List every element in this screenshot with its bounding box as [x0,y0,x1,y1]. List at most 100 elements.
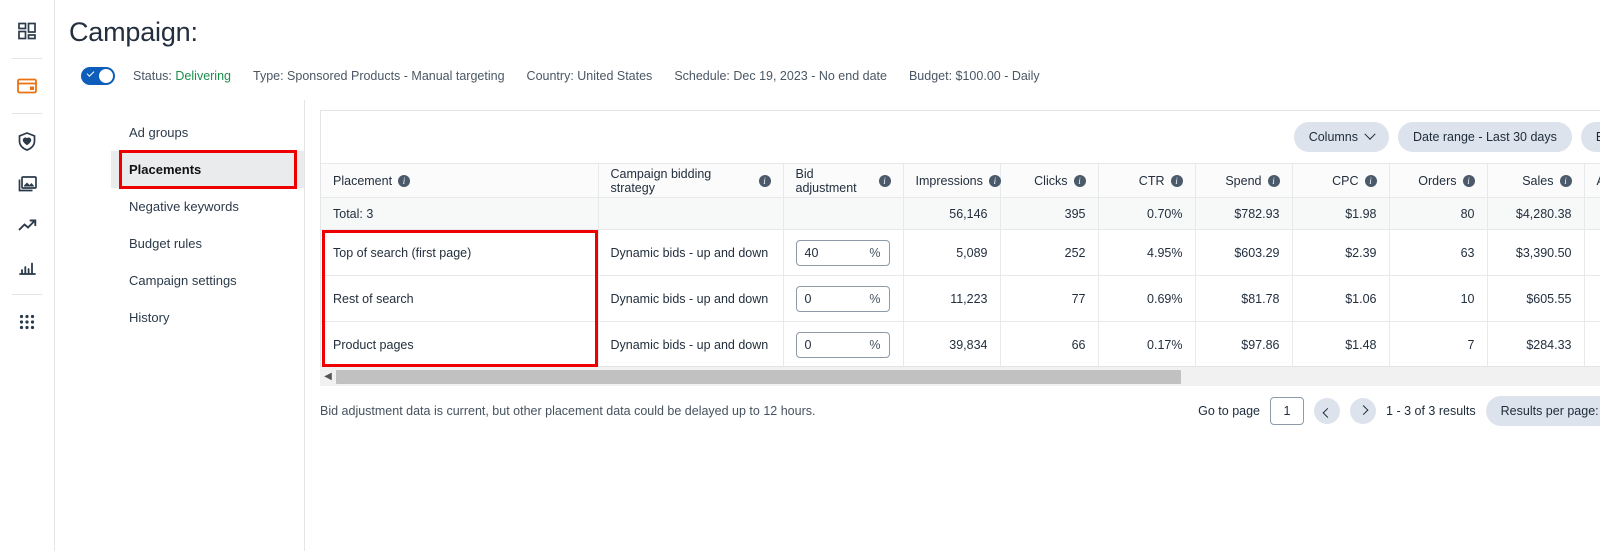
sidebar-item-budget-rules[interactable]: Budget rules [111,225,304,262]
bar-chart-icon[interactable] [7,246,47,288]
table-row: Product pages Dynamic bids - up and down… [321,321,1600,368]
total-clicks: 395 [1000,197,1099,230]
column-label: Placement [333,173,393,188]
sidebar-item-ad-groups[interactable]: Ad groups [111,114,304,151]
column-label: CPC [1332,173,1359,188]
sidebar-item-negative-keywords[interactable]: Negative keywords [111,188,304,225]
column-label: ACO [1597,174,1600,188]
page-number-input[interactable]: 1 [1270,397,1305,425]
total-impressions: 56,146 [903,197,1001,230]
rail-divider-2 [12,113,42,114]
table-toolbar: Columns Date range - Last 30 days Export [321,111,1600,163]
info-icon[interactable]: i [988,174,1001,187]
cell-orders: 7 [1389,321,1488,368]
table-row: Top of search (first page) Dynamic bids … [321,229,1600,276]
budget-meta: Budget: $100.00 - Daily [908,69,1040,83]
column-header-cpc[interactable]: CPC i [1292,163,1390,198]
bid-adjustment-input[interactable]: 0 % [795,285,890,312]
dashboard-icon[interactable] [7,10,47,52]
column-header-orders[interactable]: Orders i [1389,163,1488,198]
total-acos [1584,197,1600,230]
column-header-impressions[interactable]: Impressions i [903,163,1001,198]
export-button[interactable]: Export [1580,122,1600,152]
total-orders: 80 [1389,197,1488,230]
column-label: CTR [1138,173,1165,188]
cell-ctr: 0.69% [1098,275,1196,322]
results-per-page-button[interactable]: Results per page: 50 [1485,396,1600,426]
cell-acos [1584,275,1600,322]
cell-impressions: 39,834 [903,321,1001,368]
check-icon [86,69,95,77]
sidebar-item-label: Negative keywords [129,199,239,214]
cell-clicks: 77 [1000,275,1099,322]
column-header-sales[interactable]: Sales i [1487,163,1585,198]
sidebar-item-history[interactable]: History [111,299,304,336]
app-grid-icon[interactable] [7,301,47,343]
info-icon[interactable]: i [1364,174,1377,187]
sidebar-item-placements[interactable]: Placements [111,150,304,189]
bid-value: 0 [804,337,812,352]
columns-label: Columns [1308,130,1359,144]
status-label: Status: [133,69,172,83]
chevron-right-icon [1358,404,1368,415]
campaign-meta-row: Status: Delivering Type: Sponsored Produ… [69,54,1600,88]
column-header-placement[interactable]: Placement i [321,163,599,198]
date-range-label: Date range - Last 30 days [1413,130,1557,144]
cell-bidding-strategy: Dynamic bids - up and down [598,229,784,276]
column-header-bidding-strategy[interactable]: Campaign bidding strategy i [598,163,784,198]
status-meta: Status: Delivering [133,69,231,83]
column-label: Spend [1225,173,1262,188]
results-per-page-label: Results per page: 50 [1500,404,1600,418]
scrollbar-track[interactable] [336,369,1600,384]
column-header-spend[interactable]: Spend i [1195,163,1293,198]
results-count-text: 1 - 3 of 3 results [1386,404,1476,418]
page-title: Campaign: [69,16,198,47]
column-header-acos[interactable]: ACO [1584,163,1600,198]
chevron-down-icon [1364,128,1376,140]
next-page-button[interactable] [1350,398,1377,424]
campaign-card-icon[interactable] [7,65,47,107]
sidebar-item-campaign-settings[interactable]: Campaign settings [111,262,304,299]
info-icon[interactable]: i [1462,174,1475,187]
sidebar-item-label: Placements [129,162,202,177]
column-label: Orders [1418,173,1457,188]
cell-ctr: 0.17% [1098,321,1196,368]
info-icon[interactable]: i [878,174,891,187]
cell-acos [1584,229,1600,276]
info-icon[interactable]: i [398,174,411,187]
cell-sales: $3,390.50 [1487,229,1585,276]
cell-bid-adjustment: 40 % [783,229,904,276]
total-bidding-strategy [598,197,784,230]
date-range-button[interactable]: Date range - Last 30 days [1398,122,1572,152]
column-header-clicks[interactable]: Clicks i [1000,163,1099,198]
sidebar-item-label: Ad groups [129,125,189,140]
info-icon[interactable]: i [1267,174,1280,187]
scrollbar-thumb[interactable] [336,369,1181,384]
cell-sales: $284.33 [1487,321,1585,368]
shield-heart-icon[interactable] [7,120,47,162]
columns-button[interactable]: Columns [1293,122,1390,152]
media-library-icon[interactable] [7,162,47,204]
table-horizontal-scrollbar[interactable]: ◀ ▶ [320,366,1600,386]
trending-up-icon[interactable] [7,204,47,246]
info-icon[interactable]: i [758,174,771,187]
cell-orders: 10 [1389,275,1488,322]
bid-adjustment-input[interactable]: 0 % [795,331,890,358]
cell-spend: $603.29 [1195,229,1293,276]
campaign-status-toggle[interactable] [81,67,115,85]
bid-value: 0 [804,291,812,306]
column-header-bid-adjustment[interactable]: Bid adjustment i [783,163,904,198]
cell-clicks: 66 [1000,321,1099,368]
column-header-ctr[interactable]: CTR i [1098,163,1196,198]
previous-page-button[interactable] [1314,398,1341,424]
info-icon[interactable]: i [1559,174,1572,187]
info-icon[interactable]: i [1170,174,1183,187]
scroll-left-arrow-icon[interactable]: ◀ [320,371,336,382]
info-icon[interactable]: i [1073,174,1086,187]
rail-divider-3 [12,294,42,295]
title-row: Campaign: [69,10,1600,54]
total-sales: $4,280.38 [1487,197,1585,230]
placements-table: Placement i Campaign bidding strategy i Bi… [321,163,1600,368]
column-label: Bid adjustment [795,166,857,195]
bid-adjustment-input[interactable]: 40 % [795,239,890,266]
